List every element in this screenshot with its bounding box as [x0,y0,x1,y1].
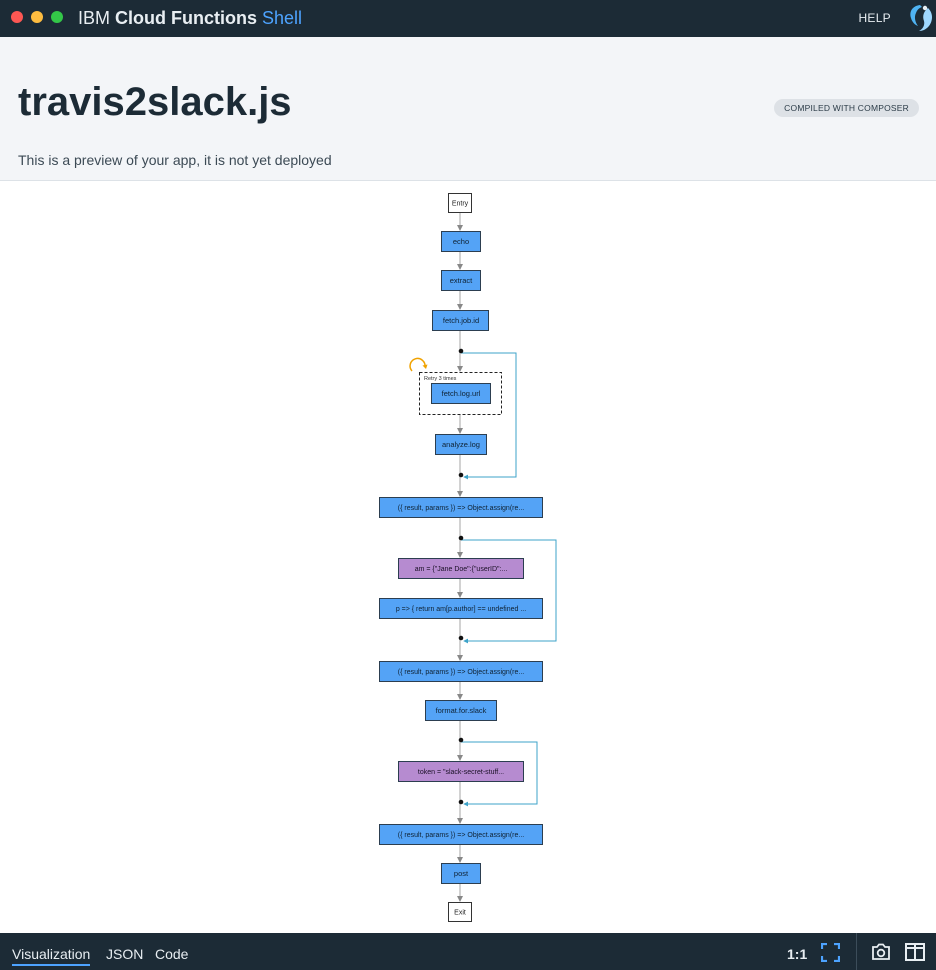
action-node-fetch-log-url[interactable]: fetch.log.url [431,383,491,404]
action-node-fetch-job-id[interactable]: fetch.job.id [432,310,489,331]
retry-label: Retry 3 times [424,376,457,382]
app-title-prefix: IBM [78,8,116,28]
node-label-analyze-log: analyze.log [442,440,480,449]
exit-label: Exit [454,910,466,917]
node-label-post: post [454,869,469,878]
app-title-bold: Cloud Functions [115,8,262,28]
page-title: travis2slack.js [18,80,292,124]
function-node-am[interactable]: am = {"Jane Doe":{"userID":... [398,558,524,579]
entry-label: Entry [452,201,469,208]
function-node-assign-2[interactable]: ({ result, params }) => Object.assign(re… [379,661,543,682]
title-bar: IBM Cloud Functions Shell HELP [0,0,936,37]
node-label-assign-3: ({ result, params }) => Object.assign(re… [398,832,524,839]
node-label-assign-1: ({ result, params }) => Object.assign(re… [398,505,524,512]
page-header: travis2slack.js COMPILED WITH COMPOSER T… [0,37,936,181]
node-label-fetch-log-url: fetch.log.url [442,389,481,398]
split-view-icon[interactable] [905,943,925,961]
function-node-assign-1[interactable]: ({ result, params }) => Object.assign(re… [379,497,543,518]
action-node-lookup[interactable]: p => { return am[p.author] == undefined … [379,598,543,619]
help-link[interactable]: HELP [858,11,891,25]
app-title-accent: Shell [262,8,303,28]
compiled-badge: COMPILED WITH COMPOSER [774,99,919,117]
node-label-lookup: p => { return am[p.author] == undefined … [396,606,526,613]
zoom-window-button[interactable] [51,11,63,23]
footer-divider [856,933,857,970]
openwhisk-logo-icon[interactable] [906,2,936,34]
preview-subtitle: This is a preview of your app, it is not… [18,152,332,168]
node-label-format-for-slack: format.for.slack [436,706,487,715]
node-label-extract: extract [450,276,473,285]
fit-to-screen-icon[interactable] [821,943,840,962]
action-node-format-for-slack[interactable]: format.for.slack [425,700,497,721]
app-title: IBM Cloud Functions Shell [78,8,302,29]
tab-visualization[interactable]: Visualization [12,946,91,966]
action-node-post[interactable]: post [441,863,481,884]
node-label-am: am = {"Jane Doe":{"userID":... [415,566,508,573]
function-node-assign-3[interactable]: ({ result, params }) => Object.assign(re… [379,824,543,845]
retry-icon [409,357,426,372]
camera-icon[interactable] [871,943,891,961]
exit-node[interactable]: Exit [448,902,472,922]
node-label-fetch-job-id: fetch.job.id [443,316,479,325]
node-label-assign-2: ({ result, params }) => Object.assign(re… [398,669,524,676]
node-label-echo: echo [453,237,469,246]
tab-code[interactable]: Code [155,946,188,962]
retry-arrow-icon [422,364,428,369]
minimize-window-button[interactable] [31,11,43,23]
node-label-token: token = "slack-secret-stuff... [418,769,504,776]
zoom-one-to-one-button[interactable]: 1:1 [787,946,807,962]
bottom-bar: Visualization JSON Code 1:1 [0,933,936,970]
action-node-analyze-log[interactable]: analyze.log [435,434,487,455]
close-window-button[interactable] [11,11,23,23]
flow-graph: Entry echo extract fetch.job.id Retry 3 … [379,193,557,922]
entry-node[interactable]: Entry [448,193,472,213]
tab-json[interactable]: JSON [106,946,143,962]
action-node-echo[interactable]: echo [441,231,481,252]
function-node-token[interactable]: token = "slack-secret-stuff... [398,761,524,782]
action-node-extract[interactable]: extract [441,270,481,291]
